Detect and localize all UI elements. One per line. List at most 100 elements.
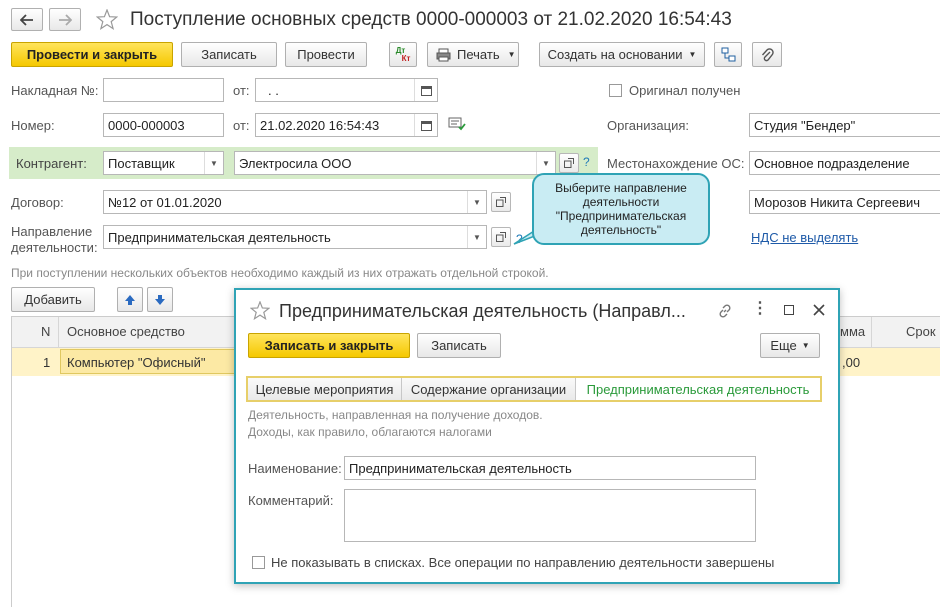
print-button[interactable]: Печать ▼	[427, 42, 519, 67]
chevron-down-icon: ▼	[801, 341, 810, 350]
structure-button[interactable]	[714, 42, 742, 67]
dialog-save-button[interactable]: Записать	[417, 333, 501, 358]
counterparty-type-value: Поставщик	[108, 155, 175, 171]
organization-input[interactable]: Студия "Бендер"	[749, 113, 940, 137]
col-header-n[interactable]: N	[41, 324, 50, 339]
favorite-star-icon[interactable]	[250, 301, 270, 320]
comment-textarea[interactable]	[344, 489, 756, 542]
counterparty-help-icon[interactable]: ?	[583, 155, 590, 169]
col-header-asset[interactable]: Основное средство	[67, 324, 185, 339]
close-icon[interactable]	[813, 304, 825, 316]
invoice-date-value: . .	[268, 82, 279, 98]
arrow-down-icon	[155, 294, 165, 305]
number-label: Номер:	[11, 118, 55, 133]
more-vertical-icon[interactable]: ⋮	[752, 299, 768, 319]
chevron-down-icon: ▼	[507, 50, 516, 59]
original-received-checkbox[interactable]	[609, 84, 622, 97]
history-icon[interactable]	[448, 117, 466, 131]
open-contract-button[interactable]	[491, 192, 511, 212]
tab-target-events[interactable]: Целевые мероприятия	[248, 378, 402, 400]
open-activity-button[interactable]	[491, 227, 511, 247]
col-header-term[interactable]: Срок	[906, 324, 936, 339]
tab-business-activity-label: Предпринимательская деятельность	[586, 381, 810, 397]
move-down-button[interactable]	[147, 287, 173, 312]
row-sum-value: ,00	[842, 355, 861, 370]
attach-button[interactable]	[752, 42, 782, 67]
open-window-icon	[564, 158, 574, 168]
invoice-number-input[interactable]	[103, 78, 224, 102]
create-based-label: Создать на основании	[547, 47, 683, 62]
row-number: 1	[43, 355, 51, 370]
maximize-icon[interactable]	[784, 305, 794, 315]
invoice-date-label: от:	[233, 83, 250, 98]
link-icon[interactable]	[717, 303, 733, 319]
location-label: Местонахождение ОС:	[607, 156, 745, 171]
counterparty-value: Электросила ООО	[239, 155, 352, 171]
col-divider	[58, 317, 59, 347]
save-and-close-button[interactable]: Записать и закрыть	[248, 333, 410, 358]
post-button[interactable]: Провести	[285, 42, 367, 67]
tab-business-activity[interactable]: Предпринимательская деятельность	[576, 378, 820, 400]
name-input[interactable]: Предпринимательская деятельность	[344, 456, 756, 480]
activity-label-line1: Направление	[11, 224, 93, 239]
row-asset-value: Компьютер "Офисный"	[67, 355, 206, 370]
chevron-down-icon[interactable]: ▼	[467, 226, 486, 248]
direction-tabs: Целевые мероприятия Содержание организац…	[246, 376, 822, 402]
calendar-icon[interactable]	[414, 79, 437, 101]
forward-button[interactable]	[49, 8, 81, 31]
col-header-sum[interactable]: мма	[840, 324, 865, 339]
add-row-button[interactable]: Добавить	[11, 287, 95, 312]
page-title: Поступление основных средств 0000-000003…	[130, 9, 732, 30]
col-divider	[871, 317, 872, 347]
contract-label: Договор:	[11, 195, 64, 210]
name-label: Наименование:	[248, 461, 342, 476]
move-up-button[interactable]	[117, 287, 143, 312]
arrow-up-icon	[125, 294, 135, 305]
chevron-down-icon[interactable]: ▼	[204, 152, 223, 174]
more-button[interactable]: Еще ▼	[760, 333, 820, 358]
calendar-icon[interactable]	[414, 114, 437, 136]
invoice-label: Накладная №:	[11, 83, 99, 98]
number-date-label: от:	[233, 118, 250, 133]
original-received-label: Оригинал получен	[629, 83, 741, 98]
open-window-icon	[496, 232, 506, 242]
print-label: Печать	[457, 47, 500, 62]
responsible-input[interactable]: Морозов Никита Сергеевич	[749, 190, 940, 214]
organization-label: Организация:	[607, 118, 690, 133]
chevron-down-icon: ▼	[688, 50, 697, 59]
hide-in-lists-label: Не показывать в списках. Все операции по…	[271, 555, 775, 570]
chevron-down-icon[interactable]: ▼	[536, 152, 555, 174]
post-and-close-button[interactable]: Провести и закрыть	[11, 42, 173, 67]
more-label: Еще	[770, 338, 797, 353]
number-input[interactable]: 0000-000003	[103, 113, 224, 137]
tab-org-maintenance[interactable]: Содержание организации	[402, 378, 576, 400]
invoice-date-input[interactable]: . .	[255, 78, 438, 102]
location-input[interactable]: Основное подразделение	[749, 151, 940, 175]
back-button[interactable]	[11, 8, 43, 31]
chevron-down-icon[interactable]: ▼	[467, 191, 486, 213]
hide-in-lists-checkbox[interactable]	[252, 556, 265, 569]
activity-direction-select[interactable]: Предпринимательская деятельность ▼	[103, 225, 487, 249]
contract-select[interactable]: №12 от 01.01.2020 ▼	[103, 190, 487, 214]
row-asset-cell[interactable]: Компьютер "Офисный"	[60, 349, 250, 374]
printer-icon	[436, 48, 451, 61]
description-line1: Деятельность, направленная на получение …	[248, 408, 543, 422]
instruction-callout: Выберите направление деятельности "Предп…	[532, 173, 710, 245]
open-counterparty-button[interactable]	[559, 153, 579, 173]
activity-dialog: Предпринимательская деятельность (Направ…	[234, 288, 840, 584]
save-button[interactable]: Записать	[181, 42, 277, 67]
dt-kt-button[interactable]: Дт Кт	[389, 42, 417, 67]
dt-kt-icon-bottom: Кт	[401, 53, 411, 63]
favorite-star-icon[interactable]	[96, 9, 118, 30]
contract-value: №12 от 01.01.2020	[108, 194, 222, 210]
create-based-on-button[interactable]: Создать на основании ▼	[539, 42, 705, 67]
document-date-input[interactable]: 21.02.2020 16:54:43	[255, 113, 438, 137]
forward-arrow-icon	[59, 13, 72, 26]
description-line2: Доходы, как правило, облагаются налогами	[248, 425, 492, 439]
vat-link[interactable]: НДС не выделять	[751, 230, 858, 245]
counterparty-type-select[interactable]: Поставщик ▼	[103, 151, 224, 175]
callout-text: Выберите направление деятельности "Предп…	[555, 181, 687, 237]
counterparty-select[interactable]: Электросила ООО ▼	[234, 151, 556, 175]
activity-direction-value: Предпринимательская деятельность	[108, 229, 331, 245]
tab-org-maintenance-label: Содержание организации	[410, 381, 567, 397]
